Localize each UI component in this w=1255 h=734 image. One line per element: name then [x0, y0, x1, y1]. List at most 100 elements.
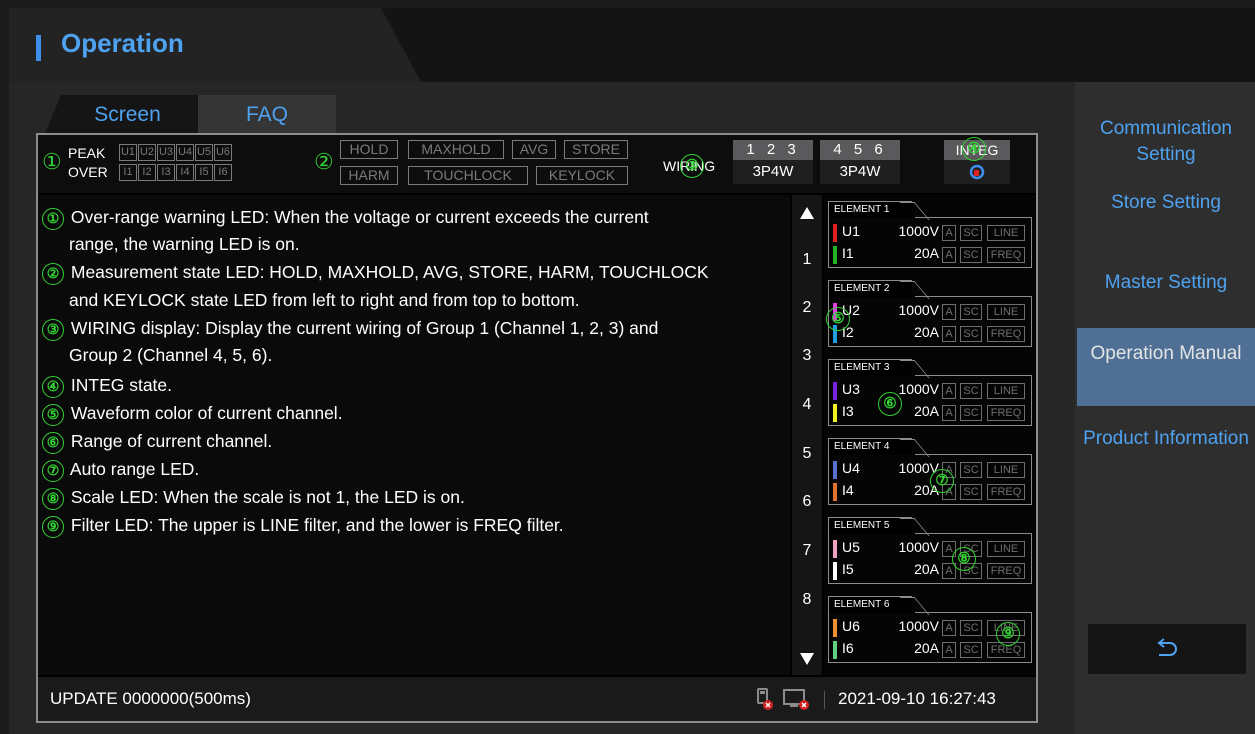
row-number-5: 5 [802, 445, 812, 462]
scale-led: SC [960, 383, 982, 399]
store-led: STORE [564, 140, 628, 159]
desc-text: INTEG state. [70, 375, 173, 395]
element-body: U2 1000V A SC LINE I2 20A A SC FREQ [828, 296, 1032, 347]
element-card-2[interactable]: ELEMENT 2 U2 1000V A SC LINE I2 20A A SC… [828, 280, 1032, 352]
voltage-row: U1 1000V A SC LINE [833, 221, 1031, 243]
scale-led: SC [960, 405, 982, 421]
back-button[interactable] [1088, 624, 1246, 674]
scale-led: SC [960, 462, 982, 478]
current-range: 20A [914, 324, 939, 340]
current-color-bar [833, 562, 837, 580]
desc-line-6: ⑥ Range of current channel. [42, 431, 272, 454]
desc-text: Measurement state LED: HOLD, MAXHOLD, AV… [70, 262, 709, 282]
peak-led-u1: U1 [119, 144, 137, 161]
auto-range-led: A [942, 326, 956, 342]
marker-5-desc: ⑤ [42, 404, 64, 426]
marker-5-overlay: ⑤ [826, 307, 850, 331]
voltage-range: 1000V [898, 539, 939, 555]
voltage-row: U2 1000V A SC LINE [833, 300, 1031, 322]
voltage-range: 1000V [898, 223, 939, 239]
return-icon [1157, 638, 1177, 656]
scale-led: SC [960, 620, 982, 636]
element-title: ELEMENT 3 [828, 359, 912, 376]
voltage-color-bar [833, 540, 837, 558]
row-number-2: 2 [802, 299, 812, 316]
element-card-1[interactable]: ELEMENT 1 U1 1000V A SC LINE I1 20A A SC… [828, 201, 1032, 273]
status-strip: ① PEAK OVER U1 U2 U3 U4 U5 U6 I1 I2 I3 I… [38, 135, 1036, 193]
menu-operation-manual[interactable]: Operation Manual [1077, 328, 1255, 406]
marker-4-overlay: ④ [962, 137, 986, 161]
voltage-range: 1000V [898, 618, 939, 634]
element-body: U5 1000V A SC LINE I5 20A A SC FREQ [828, 533, 1032, 584]
current-color-bar [833, 641, 837, 659]
over-label: OVER [68, 164, 108, 180]
status-footer: UPDATE 0000000(500ms) 2021-09-10 16:27:4… [38, 677, 1036, 721]
over-led-i3: I3 [157, 164, 175, 181]
desc-text: Filter LED: The upper is LINE filter, an… [70, 515, 564, 535]
element-card-4[interactable]: ELEMENT 4 U4 1000V A SC LINE I4 20A A SC… [828, 438, 1032, 510]
element-card-5[interactable]: ELEMENT 5 U5 1000V A SC LINE I5 20A A SC… [828, 517, 1032, 589]
voltage-range: 1000V [898, 460, 939, 476]
current-row: I5 20A A SC FREQ [833, 559, 1031, 581]
group1-wiring: 3P4W [733, 160, 813, 184]
element-title: ELEMENT 2 [828, 280, 912, 297]
network-disconnected-icon [782, 687, 810, 716]
auto-range-led: A [942, 642, 956, 658]
menu-store-setting[interactable]: Store Setting [1077, 190, 1255, 244]
marker-7-desc: ⑦ [42, 460, 64, 482]
harm-led: HARM [340, 166, 398, 185]
voltage-channel: U5 [842, 539, 860, 555]
freq-filter-led: FREQ [987, 563, 1025, 579]
line-filter-led: LINE [987, 462, 1025, 478]
description-list: ① Over-range warning LED: When the volta… [38, 195, 790, 675]
voltage-color-bar [833, 619, 837, 637]
menu-product-information[interactable]: Product Information [1077, 426, 1255, 480]
element-title: ELEMENT 6 [828, 596, 912, 613]
group2-wiring: 3P4W [820, 160, 900, 184]
marker-1-desc: ① [42, 208, 64, 230]
voltage-color-bar [833, 461, 837, 479]
peak-led-u3: U3 [157, 144, 175, 161]
over-led-i6: I6 [214, 164, 232, 181]
freq-filter-led: FREQ [987, 484, 1025, 500]
marker-8-overlay: ⑧ [952, 547, 976, 571]
voltage-channel: U1 [842, 223, 860, 239]
keylock-led: KEYLOCK [536, 166, 628, 185]
marker-9-overlay: ⑨ [996, 622, 1020, 646]
element-body: U3 1000V A SC LINE I3 20A A SC FREQ [828, 375, 1032, 426]
desc-line-5: ⑤ Waveform color of current channel. [42, 403, 343, 426]
menu-communication-setting[interactable]: Communication Setting [1077, 116, 1255, 170]
voltage-color-bar [833, 224, 837, 242]
marker-2: ② [314, 149, 334, 174]
voltage-range: 1000V [898, 302, 939, 318]
channel-scroll[interactable]: 1 2 3 4 5 6 7 8 [792, 195, 822, 675]
scroll-up-icon[interactable] [800, 207, 814, 219]
voltage-channel: U6 [842, 618, 860, 634]
element-card-3[interactable]: ELEMENT 3 U3 1000V A SC LINE I3 20A A SC… [828, 359, 1032, 431]
tab-faq[interactable]: FAQ [198, 95, 336, 133]
element-list: ELEMENT 1 U1 1000V A SC LINE I1 20A A SC… [824, 195, 1036, 675]
title-tab: Operation [9, 8, 421, 82]
current-color-bar [833, 404, 837, 422]
desc-line-9: ⑨ Filter LED: The upper is LINE filter, … [42, 515, 564, 538]
scroll-down-icon[interactable] [800, 653, 814, 665]
maxhold-led: MAXHOLD [408, 140, 504, 159]
current-range: 20A [914, 561, 939, 577]
refresh-icon [944, 160, 1010, 184]
element-title: ELEMENT 5 [828, 517, 912, 534]
line-filter-led: LINE [987, 304, 1025, 320]
title-bar: Operation [9, 8, 1255, 82]
update-counter: UPDATE 0000000(500ms) [50, 689, 251, 708]
title-accent-bar [36, 35, 41, 61]
current-row: I2 20A A SC FREQ [833, 322, 1031, 344]
hold-led: HOLD [340, 140, 398, 159]
tab-screen[interactable]: Screen [45, 95, 210, 133]
peak-led-u6: U6 [214, 144, 232, 161]
scale-led: SC [960, 225, 982, 241]
freq-filter-led: FREQ [987, 247, 1025, 263]
page-title: Operation [61, 28, 184, 58]
freq-filter-led: FREQ [987, 405, 1025, 421]
desc-text: Waveform color of current channel. [70, 403, 343, 423]
desc-text: Scale LED: When the scale is not 1, the … [70, 487, 465, 507]
menu-master-setting[interactable]: Master Setting [1077, 270, 1255, 324]
